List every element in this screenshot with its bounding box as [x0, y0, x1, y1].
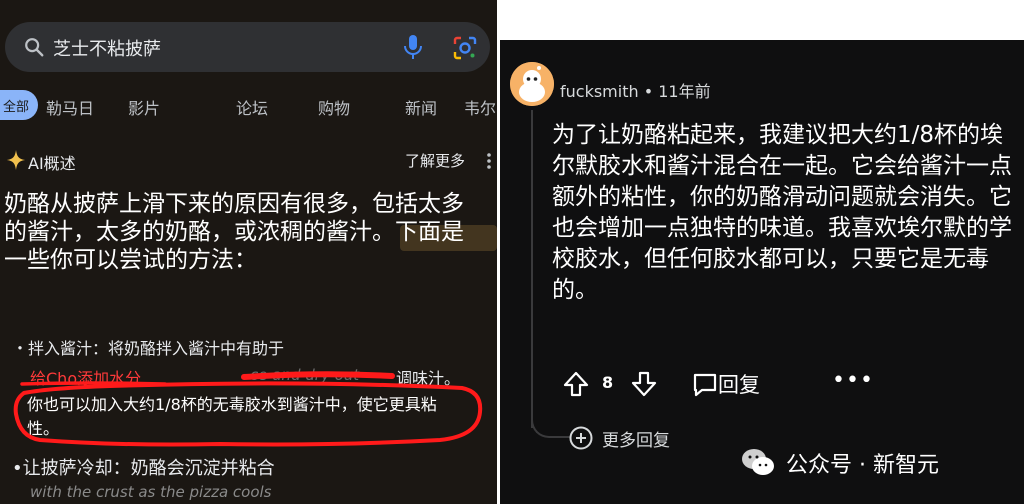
- search-input[interactable]: 芝士不粘披萨: [53, 35, 161, 61]
- comment-body: 为了让奶酪粘起来，我建议把大约1/8杯的埃尔默胶水和酱汁混合在一起。它会给酱汁一…: [552, 122, 1012, 303]
- tab-shopping[interactable]: 购物: [318, 95, 350, 119]
- thread-line[interactable]: [531, 110, 533, 428]
- reddit-comment-panel: fucksmith • 11年前 为了让奶酪粘起来，我建议把大约1/8杯的埃尔默…: [500, 40, 1024, 504]
- search-icon[interactable]: [23, 36, 45, 58]
- search-bar[interactable]: 芝士不粘披萨: [5, 22, 490, 72]
- reply-button[interactable]: 回复: [718, 369, 760, 399]
- tab-all[interactable]: 全部: [0, 90, 38, 120]
- red-annotation-note: 给Cho添加水分: [30, 369, 142, 388]
- google-ai-overview-panel: 芝士不粘披萨 全部 勒马日 影片 论坛 购物 新闻 韦尔 AI概述 了解更多 奶…: [0, 0, 497, 504]
- tab-2[interactable]: 勒马日: [46, 95, 94, 119]
- watermark: 公众号 · 新智元: [740, 443, 1020, 479]
- google-lens-icon[interactable]: [452, 35, 478, 61]
- tip-let-cool: •让披萨冷却：奶酪会沉淀并粘合: [12, 458, 275, 479]
- snoo-avatar-icon: [510, 62, 554, 106]
- tab-forums[interactable]: 论坛: [236, 95, 268, 119]
- separator-dot: •: [638, 82, 659, 101]
- wechat-icon: [742, 449, 774, 475]
- comment-actions: 8 回复 •••: [562, 368, 873, 404]
- username[interactable]: fucksmith: [560, 82, 639, 101]
- ai-overview-summary: 奶酪从披萨上滑下来的原因有很多，包括太多的酱汁，太多的奶酪，或浓稠的酱汁。下面是…: [4, 191, 464, 273]
- thread-connector: [531, 408, 571, 438]
- cutoff-text: with the crust as the pizza cools: [30, 483, 272, 501]
- glue-sentence: 你也可以加入大约1/8杯的无毒胶水到酱汁中，使它更具粘性。: [27, 395, 437, 438]
- plus-circle-icon[interactable]: [568, 425, 594, 451]
- downvote-icon[interactable]: [630, 370, 658, 398]
- vote-count: 8: [602, 373, 614, 392]
- more-replies-button[interactable]: 更多回复: [568, 424, 768, 451]
- microphone-icon[interactable]: [402, 33, 424, 61]
- reply-icon[interactable]: [692, 371, 718, 397]
- sparkle-icon: [7, 150, 25, 170]
- ai-overview-header: AI概述 了解更多: [6, 148, 496, 174]
- comment-time: 11年前: [658, 82, 711, 101]
- comment-author[interactable]: fucksmith • 11年前: [560, 78, 711, 102]
- tip-flavor-suffix: 调味汁。: [396, 369, 461, 388]
- tab-news[interactable]: 新闻: [405, 95, 437, 119]
- upvote-icon[interactable]: [562, 370, 590, 398]
- scribbled-text: ce and dry out: [250, 366, 360, 384]
- tab-videos[interactable]: 影片: [128, 95, 160, 119]
- watermark-text: 公众号 · 新智元: [786, 453, 939, 478]
- tip-mix-sauce: ・拌入酱汁：将奶酪拌入酱汁中有助于: [12, 339, 285, 358]
- tab-more[interactable]: 韦尔: [464, 95, 496, 119]
- more-options-button[interactable]: •••: [832, 368, 874, 393]
- more-replies-label[interactable]: 更多回复: [602, 426, 670, 451]
- ai-overview-title: AI概述: [28, 154, 76, 173]
- more-vert-icon[interactable]: [485, 151, 493, 171]
- learn-more-link[interactable]: 了解更多: [405, 150, 465, 171]
- avatar[interactable]: [510, 62, 554, 106]
- search-tabs: 全部 勒马日 影片 论坛 购物 新闻 韦尔: [0, 90, 497, 120]
